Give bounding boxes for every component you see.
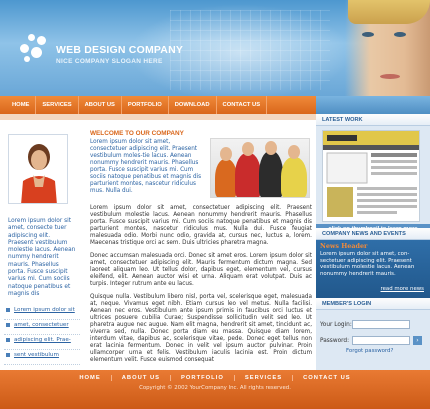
- main-nav: HOME SERVICES ABOUT US PORTFOLIO DOWNLOA…: [0, 96, 316, 114]
- left-link[interactable]: adipiscing elit. Prae-: [4, 335, 80, 350]
- left-links-list: Lorem ipsum dolor sit amet, consectetuer…: [4, 305, 80, 365]
- nav-portfolio[interactable]: PORTFOLIO: [122, 96, 169, 114]
- nav-right-strip: [316, 96, 430, 114]
- left-link[interactable]: sent vestibulum: [4, 350, 80, 365]
- header-portrait-lips: [380, 74, 400, 79]
- man-portrait-image: [21, 144, 57, 203]
- footer-nav-home[interactable]: HOME: [69, 374, 112, 381]
- bullet-icon: [6, 308, 10, 312]
- welcome-heading: WELCOME TO OUR COMPANY: [90, 130, 184, 137]
- login-row: Your Login:: [320, 320, 410, 329]
- password-input[interactable]: [352, 336, 410, 345]
- body-paragraph: Lorem ipsum dolor sit amet, consectetuer…: [90, 205, 312, 246]
- left-link[interactable]: Lorem ipsum dolor sit: [4, 305, 80, 320]
- bullet-icon: [6, 338, 10, 342]
- nav-contact-us[interactable]: CONTACT US: [217, 96, 268, 114]
- arrow-right-icon: ›: [416, 337, 419, 344]
- nav-home[interactable]: HOME: [0, 96, 37, 114]
- website-thumbnail-image: [323, 131, 419, 217]
- header-grid-pattern: [170, 10, 330, 90]
- password-row: Password: ›: [320, 336, 422, 345]
- login-label: Your Login:: [320, 321, 352, 328]
- body-paragraph: Quisque nulla. Vestibulum libero nisl, p…: [90, 294, 312, 363]
- member-login-heading: MEMBER'S LOGIN: [316, 298, 430, 310]
- nav-services[interactable]: SERVICES: [36, 96, 79, 114]
- header-portrait-hair: [348, 0, 430, 24]
- left-intro-text: Lorem ipsum dolor sit amet, consecte tue…: [8, 218, 76, 297]
- right-sidebar: LATEST WORK click on thumbnail to learn …: [316, 114, 430, 370]
- company-name: WEB DESIGN COMPANY: [56, 44, 184, 56]
- header-portrait-eye: [394, 32, 406, 37]
- main-content: WELCOME TO OUR COMPANY Lorem ipsum dolor…: [90, 130, 312, 370]
- footer-nav-services[interactable]: SERVICES: [235, 374, 294, 381]
- bullet-icon: [6, 323, 10, 327]
- latest-work-thumbnail[interactable]: [322, 130, 420, 222]
- footer: HOME ABOUT US PORTFOLIO SERVICES CONTACT…: [0, 370, 430, 409]
- nav-about-us[interactable]: ABOUT US: [79, 96, 122, 114]
- news-title: News Header: [320, 242, 368, 250]
- left-column: Lorem ipsum dolor sit amet, consecte tue…: [0, 120, 82, 370]
- company-slogan: NICE COMPANY SLOGAN HERE: [56, 58, 163, 65]
- footer-nav-contact-us[interactable]: CONTACT US: [293, 375, 361, 381]
- bullet-icon: [6, 353, 10, 357]
- team-photo: [210, 138, 310, 198]
- header-portrait-eye: [362, 32, 374, 37]
- logo-icon: [20, 34, 50, 66]
- profile-photo: [8, 134, 68, 204]
- footer-nav-portfolio[interactable]: PORTFOLIO: [171, 374, 235, 381]
- header-banner: WEB DESIGN COMPANY NICE COMPANY SLOGAN H…: [0, 0, 430, 96]
- main-body-text: Lorem ipsum dolor sit amet, consectetuer…: [90, 205, 312, 364]
- nav-download[interactable]: DOWNLOAD: [169, 96, 217, 114]
- left-link[interactable]: amet, consectetuer: [4, 320, 80, 335]
- login-input[interactable]: [352, 320, 410, 329]
- forgot-password-link[interactable]: Forgot password?: [346, 348, 393, 354]
- news-heading: COMPANY NEWS AND EVENTS: [316, 228, 430, 240]
- news-text: Lorem ipsum dolor sit amet, con-sectetue…: [320, 251, 415, 277]
- latest-work-heading: LATEST WORK: [316, 114, 430, 126]
- welcome-intro: Lorem ipsum dolor sit amet, consectetuer…: [90, 139, 202, 194]
- password-label: Password:: [320, 337, 350, 344]
- footer-nav: HOME ABOUT US PORTFOLIO SERVICES CONTACT…: [0, 372, 430, 383]
- login-submit-button[interactable]: ›: [413, 336, 422, 345]
- copyright-text: Copyright © 2002 YourCompany Inc. All ri…: [139, 385, 291, 391]
- read-more-link[interactable]: read more news: [381, 286, 424, 292]
- footer-nav-about-us[interactable]: ABOUT US: [112, 374, 172, 381]
- body-paragraph: Donec accumsan malesuada orci. Donec sit…: [90, 253, 312, 287]
